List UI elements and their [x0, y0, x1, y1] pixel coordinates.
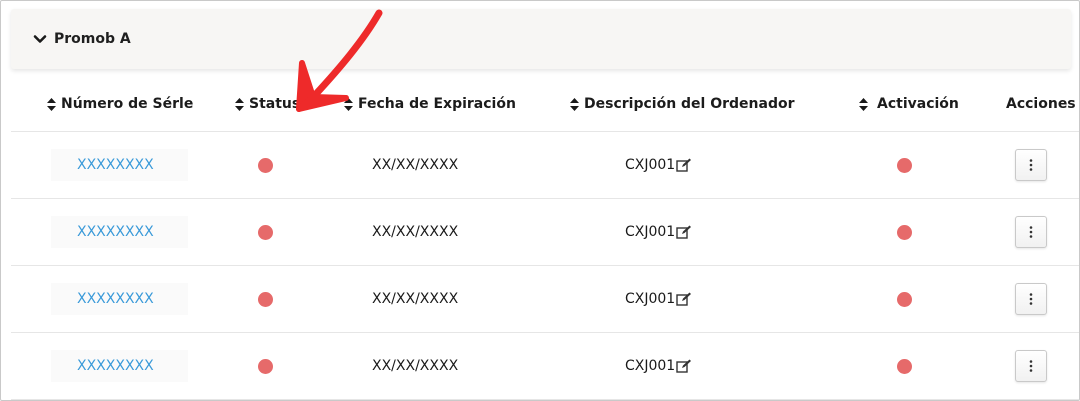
sort-icon[interactable] [344, 97, 353, 111]
serial-cell: XXXXXXXX [51, 199, 188, 265]
status-cell [258, 132, 273, 198]
expiry-date: XX/XX/XXXX [372, 358, 459, 374]
vertical-dots-icon [1029, 226, 1033, 238]
column-header-status[interactable]: Status [235, 77, 300, 131]
description-cell: CXJ001 [625, 199, 692, 265]
activation-cell [897, 199, 912, 265]
status-indicator [258, 291, 273, 307]
description-text: CXJ001 [625, 224, 676, 240]
column-label: Fecha de Expiración [358, 96, 516, 112]
activation-indicator [897, 358, 912, 374]
serial-link[interactable]: XXXXXXXX [51, 216, 188, 248]
actions-cell [1015, 333, 1047, 399]
expiry-cell: XX/XX/XXXX [372, 266, 458, 332]
status-cell [258, 266, 273, 332]
serial-link[interactable]: XXXXXXXX [51, 283, 188, 315]
actions-cell [1015, 199, 1047, 265]
panel-header-promob-a[interactable]: Promob A [11, 9, 1071, 69]
serial-cell: XXXXXXXX [51, 266, 188, 332]
expiry-date: XX/XX/XXXX [372, 291, 459, 307]
serial-number[interactable]: XXXXXXXX [77, 157, 154, 173]
serials-table: Número de Sérle Status Fecha de Expiraci… [11, 77, 1079, 400]
table-header: Número de Sérle Status Fecha de Expiraci… [11, 77, 1079, 132]
description-text: CXJ001 [625, 358, 676, 374]
column-header-actions: Acciones [1006, 77, 1076, 131]
column-label: Acciones [1006, 96, 1076, 112]
status-cell [258, 333, 273, 399]
column-header-description[interactable]: Descripción del Ordenador [570, 77, 795, 131]
actions-cell [1015, 132, 1047, 198]
sort-icon[interactable] [47, 97, 56, 111]
table-row: XXXXXXXX XX/XX/XXXX CXJ001 [11, 333, 1079, 400]
column-label: Status [249, 96, 301, 112]
vertical-dots-icon [1029, 159, 1033, 171]
panel-title: Promob A [54, 31, 131, 47]
vertical-dots-icon [1029, 293, 1033, 305]
column-header-activation[interactable]: Activación [859, 77, 959, 131]
sort-icon[interactable] [235, 97, 244, 111]
app-frame: Promob A Número de Sérle Status Fecha de… [0, 0, 1080, 401]
vertical-dots-icon [1029, 360, 1033, 372]
activation-cell [897, 333, 912, 399]
status-indicator [258, 224, 273, 240]
edit-icon[interactable] [676, 225, 692, 239]
activation-indicator [897, 291, 912, 307]
description-text: CXJ001 [625, 157, 676, 173]
expiry-cell: XX/XX/XXXX [372, 132, 458, 198]
actions-cell [1015, 266, 1047, 332]
column-label: Activación [877, 96, 959, 112]
activation-indicator [897, 224, 912, 240]
row-actions-button[interactable] [1015, 283, 1047, 315]
activation-cell [897, 132, 912, 198]
serial-cell: XXXXXXXX [51, 132, 188, 198]
expiry-date: XX/XX/XXXX [372, 157, 459, 173]
activation-cell [897, 266, 912, 332]
table-row: XXXXXXXX XX/XX/XXXX CXJ001 [11, 266, 1079, 333]
table-row: XXXXXXXX XX/XX/XXXX CXJ001 [11, 132, 1079, 199]
status-cell [258, 199, 273, 265]
edit-icon[interactable] [676, 158, 692, 172]
expiry-cell: XX/XX/XXXX [372, 199, 458, 265]
serial-link[interactable]: XXXXXXXX [51, 149, 188, 181]
sort-icon[interactable] [570, 97, 579, 111]
description-text: CXJ001 [625, 291, 676, 307]
row-actions-button[interactable] [1015, 149, 1047, 181]
status-indicator [258, 157, 273, 173]
status-indicator [258, 358, 273, 374]
serial-cell: XXXXXXXX [51, 333, 188, 399]
column-label: Descripción del Ordenador [584, 96, 795, 112]
serial-number[interactable]: XXXXXXXX [77, 224, 154, 240]
column-label: Número de Sérle [61, 96, 194, 112]
edit-icon[interactable] [676, 292, 692, 306]
column-header-serial[interactable]: Número de Sérle [47, 77, 193, 131]
activation-indicator [897, 157, 912, 173]
serial-number[interactable]: XXXXXXXX [77, 358, 154, 374]
expiry-cell: XX/XX/XXXX [372, 333, 458, 399]
row-actions-button[interactable] [1015, 216, 1047, 248]
description-cell: CXJ001 [625, 333, 692, 399]
serial-number[interactable]: XXXXXXXX [77, 291, 154, 307]
description-cell: CXJ001 [625, 132, 692, 198]
expiry-date: XX/XX/XXXX [372, 224, 459, 240]
sort-icon[interactable] [859, 97, 868, 111]
edit-icon[interactable] [676, 359, 692, 373]
row-actions-button[interactable] [1015, 350, 1047, 382]
serial-link[interactable]: XXXXXXXX [51, 350, 188, 382]
column-header-expiry[interactable]: Fecha de Expiración [344, 77, 516, 131]
table-row: XXXXXXXX XX/XX/XXXX CXJ001 [11, 199, 1079, 266]
description-cell: CXJ001 [625, 266, 692, 332]
chevron-down-icon[interactable] [33, 32, 47, 46]
